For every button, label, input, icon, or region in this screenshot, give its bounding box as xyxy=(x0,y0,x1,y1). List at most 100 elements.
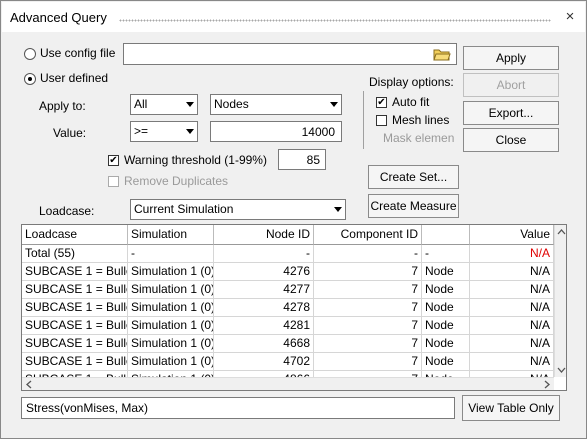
chevron-down-icon xyxy=(186,129,194,134)
column-header-simulation[interactable]: Simulation xyxy=(128,225,214,245)
loadcase-cell: SUBCASE 1 = Bulle xyxy=(22,317,128,335)
export-button[interactable]: Export... xyxy=(463,101,559,125)
use-config-label: Use config file xyxy=(40,46,116,60)
horizontal-scrollbar[interactable] xyxy=(22,377,554,391)
apply-button[interactable]: Apply xyxy=(463,46,559,70)
value-label: Value: xyxy=(53,126,87,140)
remove-duplicates-checkbox[interactable] xyxy=(108,176,119,187)
loadcase-value: Current Simulation xyxy=(134,202,234,216)
simulation-cell: Simulation 1 (0) xyxy=(128,299,214,317)
result-type-field: Stress(vonMises, Max) xyxy=(21,397,455,419)
operator-value: >= xyxy=(134,124,149,138)
folder-icon[interactable] xyxy=(433,46,451,61)
mesh-lines-label: Mesh lines xyxy=(392,113,450,127)
simulation-cell: Simulation 1 (0) xyxy=(128,317,214,335)
type-cell: Node xyxy=(422,263,470,281)
create-measure-button[interactable]: Create Measure xyxy=(368,194,459,218)
simulation-cell: Simulation 1 (0) xyxy=(128,263,214,281)
vertical-scrollbar[interactable] xyxy=(554,225,567,377)
scroll-left-icon[interactable] xyxy=(23,378,35,391)
loadcase-cell: SUBCASE 1 = Bulle xyxy=(22,299,128,317)
value-cell: N/A xyxy=(470,263,554,281)
column-header-component-id[interactable]: Component ID xyxy=(314,225,422,245)
component-id-cell: 7 xyxy=(314,299,422,317)
component-id-cell: 7 xyxy=(314,281,422,299)
user-defined-label: User defined xyxy=(40,71,109,85)
component-id-cell: 7 xyxy=(314,335,422,353)
title-grip xyxy=(119,19,551,22)
title-bar[interactable]: Advanced Query × xyxy=(2,2,585,32)
config-file-input[interactable] xyxy=(123,43,457,65)
display-options-divider xyxy=(363,91,364,149)
value-cell: N/A xyxy=(470,299,554,317)
loadcase-select[interactable]: Current Simulation xyxy=(130,199,346,220)
simulation-cell: - xyxy=(128,245,214,263)
mesh-lines-checkbox[interactable] xyxy=(376,115,387,126)
loadcase-cell: SUBCASE 1 = Bulle xyxy=(22,281,128,299)
node-id-cell: 4277 xyxy=(214,281,314,299)
loadcase-cell: SUBCASE 1 = Bulle xyxy=(22,335,128,353)
warning-threshold-checkbox[interactable]: ✔ xyxy=(108,155,119,166)
auto-fit-checkbox[interactable]: ✔ xyxy=(376,97,387,108)
simulation-cell: Simulation 1 (0) xyxy=(128,335,214,353)
column-header-node-id[interactable]: Node ID xyxy=(214,225,314,245)
threshold-value: 14000 xyxy=(301,125,335,139)
simulation-cell: Simulation 1 (0) xyxy=(128,353,214,371)
chevron-down-icon xyxy=(330,102,338,107)
window-title: Advanced Query xyxy=(10,10,107,25)
type-cell: Node xyxy=(422,353,470,371)
column-header-value[interactable]: Value xyxy=(470,225,554,245)
abort-button[interactable]: Abort xyxy=(463,73,559,97)
scroll-up-icon[interactable] xyxy=(555,226,567,238)
column-header-type[interactable] xyxy=(422,225,470,245)
value-cell: N/A xyxy=(470,281,554,299)
mask-elements-label: Mask elemen xyxy=(383,131,455,145)
advanced-query-dialog: Advanced Query × Use config file User de… xyxy=(0,0,587,439)
type-cell: Node xyxy=(422,281,470,299)
type-cell: - xyxy=(422,245,470,263)
close-icon[interactable]: × xyxy=(561,8,579,26)
warning-threshold-label: Warning threshold (1-99%) xyxy=(124,153,267,167)
value-cell: N/A xyxy=(470,335,554,353)
warning-threshold-value: 85 xyxy=(306,153,320,167)
type-cell: Node xyxy=(422,335,470,353)
simulation-cell: Simulation 1 (0) xyxy=(128,281,214,299)
loadcase-cell: SUBCASE 1 = Bulle xyxy=(22,353,128,371)
apply-to-select[interactable]: All xyxy=(130,94,198,115)
node-id-cell: 4278 xyxy=(214,299,314,317)
entity-type-value: Nodes xyxy=(214,97,249,111)
create-set-button[interactable]: Create Set... xyxy=(368,165,459,189)
component-id-cell: 7 xyxy=(314,317,422,335)
warning-threshold-input[interactable]: 85 xyxy=(278,149,326,170)
apply-to-label: Apply to: xyxy=(39,99,86,113)
loadcase-cell: Total (55) xyxy=(22,245,128,263)
component-id-cell: 7 xyxy=(314,263,422,281)
column-header-loadcase[interactable]: Loadcase xyxy=(22,225,128,245)
user-defined-radio[interactable] xyxy=(24,73,36,85)
result-type-value: Stress(vonMises, Max) xyxy=(26,401,149,415)
loadcase-cell: SUBCASE 1 = Bulle xyxy=(22,263,128,281)
node-id-cell: 4668 xyxy=(214,335,314,353)
chevron-down-icon xyxy=(334,207,342,212)
node-id-cell: 4702 xyxy=(214,353,314,371)
apply-to-value: All xyxy=(134,97,148,111)
view-table-only-button[interactable]: View Table Only xyxy=(462,395,560,421)
scroll-right-icon[interactable] xyxy=(541,378,553,391)
operator-select[interactable]: >= xyxy=(130,121,198,142)
value-cell: N/A xyxy=(470,317,554,335)
use-config-radio[interactable] xyxy=(24,48,36,60)
threshold-input[interactable]: 14000 xyxy=(210,121,342,142)
results-table[interactable]: Loadcase Simulation Node ID Component ID… xyxy=(21,224,567,391)
value-cell: N/A xyxy=(470,353,554,371)
remove-duplicates-label: Remove Duplicates xyxy=(124,174,229,188)
close-button[interactable]: Close xyxy=(463,128,559,152)
node-id-cell: 4276 xyxy=(214,263,314,281)
type-cell: Node xyxy=(422,317,470,335)
value-cell: N/A xyxy=(470,245,554,263)
scroll-down-icon[interactable] xyxy=(555,364,567,376)
entity-type-select[interactable]: Nodes xyxy=(210,94,342,115)
auto-fit-label: Auto fit xyxy=(392,95,430,109)
chevron-down-icon xyxy=(186,102,194,107)
loadcase-label: Loadcase: xyxy=(39,204,95,218)
component-id-cell: - xyxy=(314,245,422,263)
